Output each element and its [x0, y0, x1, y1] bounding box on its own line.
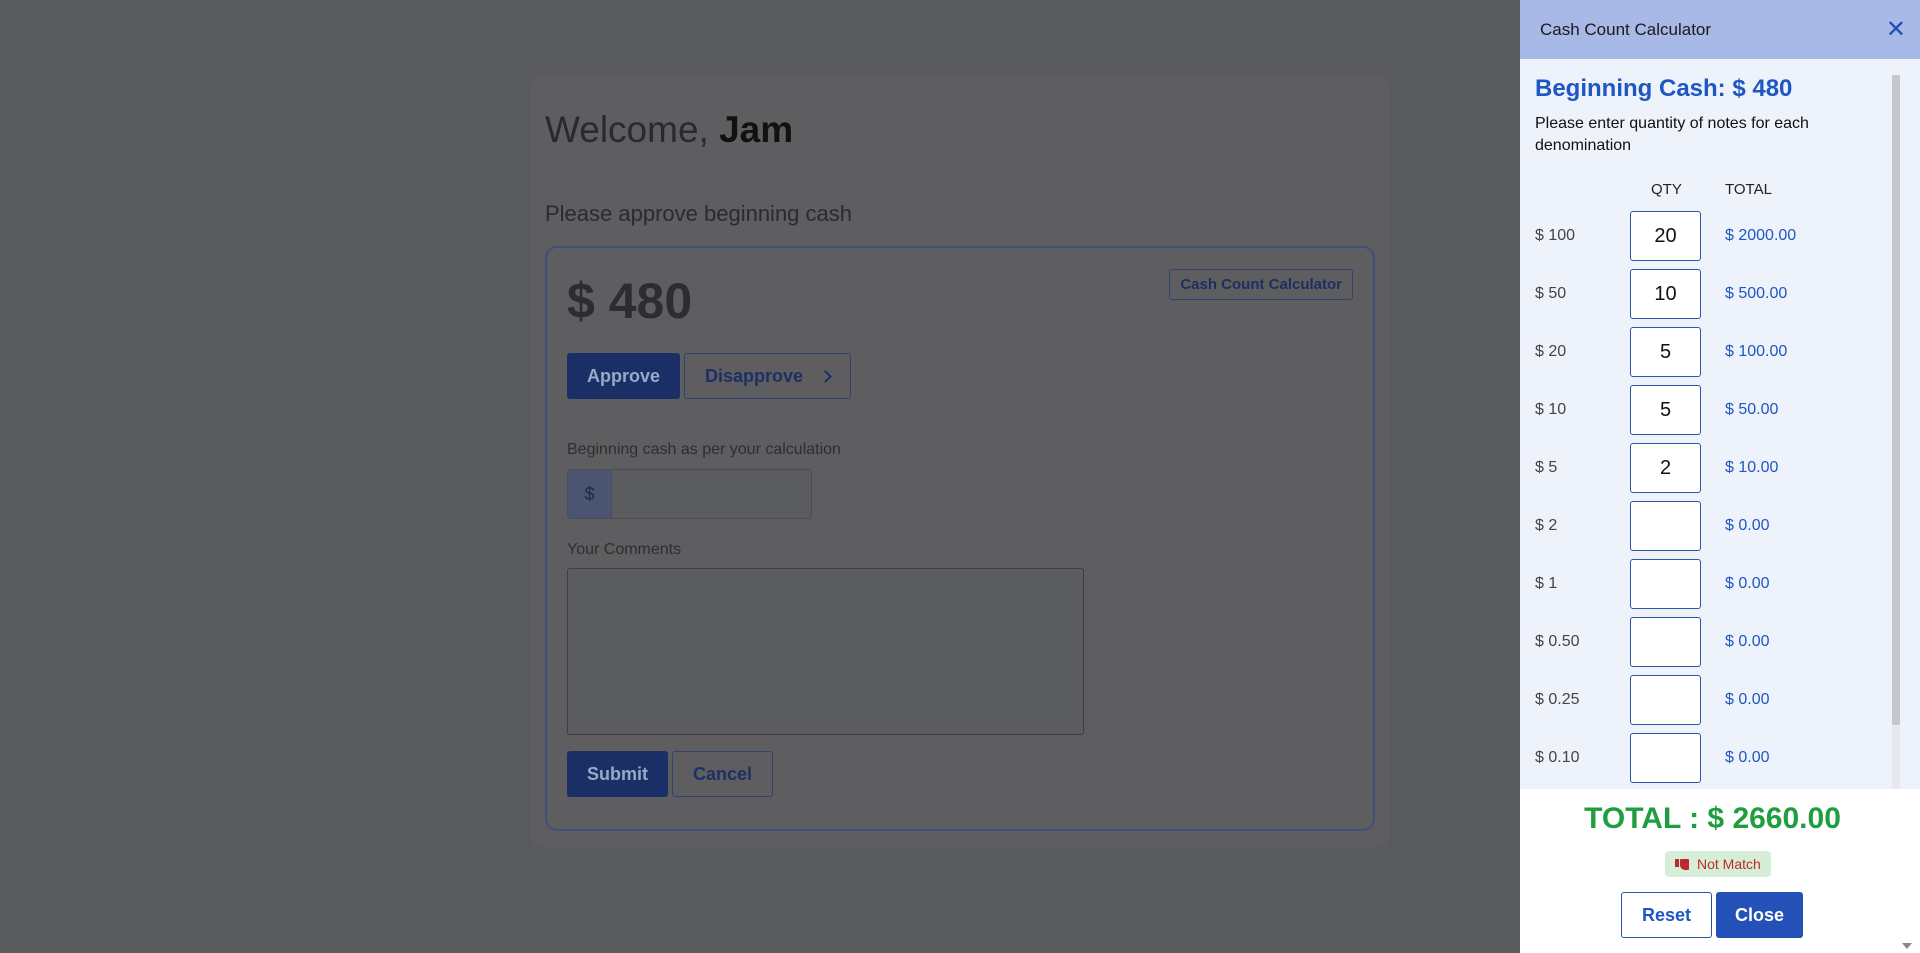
approve-prompt: Please approve beginning cash [545, 201, 853, 226]
denomination-total: $ 0.00 [1725, 575, 1770, 592]
drawer-footer: TOTAL : $ 2660.00 Not Match Reset Close [1520, 789, 1920, 953]
beginning-cash-input[interactable] [612, 469, 812, 519]
denomination-label: $ 50 [1535, 285, 1567, 302]
approve-panel: $ 480 Cash Count Calculator Approve Disa… [545, 246, 1375, 831]
qty-input[interactable] [1630, 617, 1701, 667]
qty-input[interactable] [1630, 269, 1701, 319]
currency-addon: $ [567, 469, 612, 519]
close-button[interactable]: Close [1716, 892, 1803, 938]
beginning-cash-amount: $ 480 [567, 273, 693, 329]
denomination-row: $ 5 $ 10.00 [1520, 443, 1900, 493]
denomination-total: $ 0.00 [1725, 691, 1770, 708]
denomination-label: $ 1 [1535, 575, 1558, 592]
denomination-label: $ 100 [1535, 227, 1576, 244]
denomination-label: $ 20 [1535, 343, 1567, 360]
denomination-total: $ 10.00 [1725, 459, 1779, 476]
denomination-total: $ 50.00 [1725, 401, 1779, 418]
qty-input[interactable] [1630, 675, 1701, 725]
drawer-body: Beginning Cash: $ 480 Please enter quant… [1520, 59, 1920, 789]
denomination-total: $ 0.00 [1725, 633, 1770, 650]
approval-card: Welcome, Jam Please approve beginning ca… [530, 75, 1390, 847]
denomination-label: $ 0.10 [1535, 749, 1580, 766]
match-status-badge: Not Match [1665, 851, 1771, 877]
denomination-label: $ 5 [1535, 459, 1558, 476]
qty-input[interactable] [1630, 385, 1701, 435]
denomination-row: $ 50 $ 500.00 [1520, 269, 1900, 319]
qty-input[interactable] [1630, 559, 1701, 609]
denomination-row: $ 0.10 $ 0.00 [1520, 733, 1900, 783]
qty-input[interactable] [1630, 501, 1701, 551]
close-icon[interactable]: ✕ [1886, 17, 1906, 42]
qty-input[interactable] [1630, 733, 1701, 783]
denomination-row: $ 2 $ 0.00 [1520, 501, 1900, 551]
comments-label: Your Comments [567, 541, 682, 558]
disapprove-label: Disapprove [705, 365, 804, 386]
denomination-label: $ 10 [1535, 401, 1567, 418]
denomination-label: $ 0.25 [1535, 691, 1580, 708]
cash-field-label: Beginning cash as per your calculation [567, 441, 841, 458]
denomination-total: $ 0.00 [1725, 749, 1770, 766]
qty-column-header: QTY [1651, 181, 1682, 198]
grand-total: TOTAL : $ 2660.00 [1584, 802, 1841, 835]
qty-input[interactable] [1630, 443, 1701, 493]
qty-input[interactable] [1630, 327, 1701, 377]
drawer-header: Cash Count Calculator ✕ [1520, 0, 1920, 59]
welcome-heading: Welcome, Jam [545, 109, 793, 151]
denomination-row: $ 10 $ 50.00 [1520, 385, 1900, 435]
approve-button[interactable]: Approve [567, 353, 681, 399]
denomination-total: $ 0.00 [1725, 517, 1770, 534]
cash-count-drawer: Cash Count Calculator ✕ Beginning Cash: … [1520, 0, 1920, 953]
comments-textarea[interactable] [567, 568, 1084, 735]
cancel-button[interactable]: Cancel [672, 751, 774, 797]
denomination-total: $ 2000.00 [1725, 227, 1797, 244]
denomination-label: $ 2 [1535, 517, 1558, 534]
denomination-row: $ 1 $ 0.00 [1520, 559, 1900, 609]
instructions-text: Please enter quantity of notes for each … [1535, 115, 1809, 154]
user-name: Jam [719, 109, 794, 150]
drawer-title: Cash Count Calculator [1540, 19, 1712, 39]
denomination-label: $ 0.50 [1535, 633, 1580, 650]
denomination-row: $ 0.25 $ 0.00 [1520, 675, 1900, 725]
qty-input[interactable] [1630, 211, 1701, 261]
total-column-header: TOTAL [1725, 181, 1772, 198]
cash-input-group: $ [567, 469, 812, 519]
chevron-right-icon [819, 369, 832, 383]
thumbs-down-icon [1675, 858, 1689, 870]
denomination-row: $ 100 $ 2000.00 [1520, 211, 1900, 261]
disapprove-button[interactable]: Disapprove [684, 353, 852, 399]
submit-button[interactable]: Submit [567, 751, 668, 797]
denomination-row: $ 20 $ 100.00 [1520, 327, 1900, 377]
welcome-prefix: Welcome, [545, 109, 709, 150]
denomination-total: $ 100.00 [1725, 343, 1788, 360]
scroll-down-icon[interactable] [1902, 943, 1912, 949]
decision-buttons: Approve Disapprove [567, 353, 852, 399]
denomination-row: $ 0.50 $ 0.00 [1520, 617, 1900, 667]
denomination-total: $ 500.00 [1725, 285, 1788, 302]
reset-button[interactable]: Reset [1621, 892, 1712, 938]
beginning-cash-heading: Beginning Cash: $ 480 [1535, 75, 1793, 102]
open-calculator-button[interactable]: Cash Count Calculator [1169, 269, 1353, 300]
match-status-text: Not Match [1697, 856, 1761, 872]
